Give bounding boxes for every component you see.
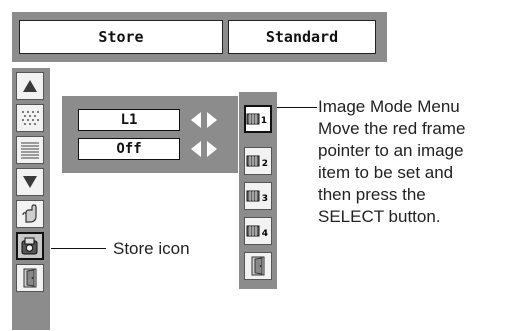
lines-pattern-icon[interactable] xyxy=(16,136,44,164)
dot-pattern-icon[interactable] xyxy=(16,104,44,132)
store-button[interactable]: Store xyxy=(19,20,223,54)
callout-line: Move the red frame xyxy=(318,119,466,138)
down-arrow-icon[interactable] xyxy=(16,168,44,196)
store-icon-callout-line xyxy=(51,248,106,249)
store-icon[interactable] xyxy=(16,232,44,260)
exit-door-icon[interactable] xyxy=(244,252,272,280)
callout-line: then press the xyxy=(318,185,426,204)
adjustment-panel: L1 Off xyxy=(62,96,238,173)
state-value-field[interactable]: Off xyxy=(78,138,180,160)
exit-door-icon[interactable] xyxy=(16,264,44,292)
mode-number: 3 xyxy=(261,194,268,204)
callout-line: Image Mode Menu xyxy=(318,97,460,116)
mode-number: 2 xyxy=(261,159,268,169)
image-mode-3-icon[interactable]: 3 xyxy=(244,182,272,210)
image-mode-callout-line xyxy=(277,107,317,108)
callout-line: item to be set and xyxy=(318,163,454,182)
up-arrow-icon[interactable] xyxy=(16,72,44,100)
hand-pointer-icon[interactable] xyxy=(16,200,44,228)
mode-number: 4 xyxy=(261,229,268,239)
store-icon-callout: Store icon xyxy=(113,239,190,258)
left-right-arrows-icon[interactable] xyxy=(186,109,222,131)
image-mode-column: 1 2 3 4 xyxy=(239,92,277,289)
top-bar: Store Standard xyxy=(12,12,387,62)
callout-line: pointer to an image xyxy=(318,141,464,160)
image-mode-callout: Image Mode Menu Move the red frame point… xyxy=(318,96,530,228)
standard-button[interactable]: Standard xyxy=(228,20,376,54)
mode-number: 1 xyxy=(260,116,267,126)
level-value-field[interactable]: L1 xyxy=(78,109,180,131)
image-mode-1-icon[interactable]: 1 xyxy=(244,105,272,133)
left-menu-column xyxy=(12,68,50,330)
image-mode-4-icon[interactable]: 4 xyxy=(244,217,272,245)
image-mode-2-icon[interactable]: 2 xyxy=(244,147,272,175)
callout-line: SELECT button. xyxy=(318,207,441,226)
left-right-arrows-icon[interactable] xyxy=(186,138,222,160)
